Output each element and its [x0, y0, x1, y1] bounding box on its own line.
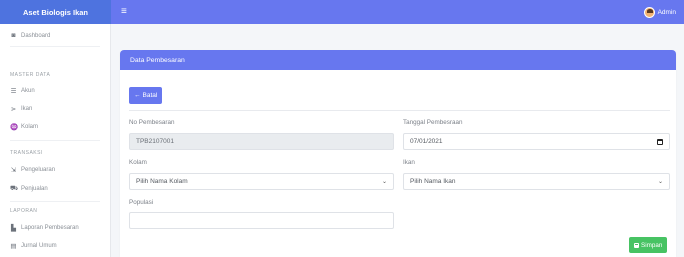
- sidebar-item-label: Dashboard: [21, 32, 51, 39]
- sidebar-divider: [10, 46, 100, 47]
- sidebar-divider: [10, 140, 100, 141]
- sidebar-heading-laporan: LAPORAN: [10, 208, 38, 214]
- save-button[interactable]: Simpan: [629, 237, 668, 253]
- tanggal-date-input[interactable]: 07/01/2021: [403, 133, 670, 150]
- sidebar: ◙ Dashboard MASTER DATA ☰ Akun ⋗ Ikan ♒ …: [0, 24, 111, 257]
- chart-icon: ▙: [11, 225, 16, 232]
- sidebar-item-dashboard[interactable]: ◙ Dashboard: [10, 32, 51, 39]
- card-header: Data Pembesaran: [120, 50, 676, 70]
- sidebar-item-label: Penjualan: [21, 185, 48, 192]
- sidebar-item-label: Pengeluaran: [21, 167, 56, 173]
- sidebar-item-pengeluaran[interactable]: ⇲ Pengeluaran: [10, 166, 55, 174]
- sidebar-item-jurnal-umum[interactable]: ▤ Jurnal Umum: [10, 242, 57, 250]
- fish-icon: ⋗: [10, 106, 17, 113]
- calendar-icon[interactable]: [657, 138, 663, 145]
- form-divider: [129, 110, 670, 111]
- ikan-selected: Pilih Nama Ikan: [410, 178, 456, 185]
- pool-icon: ♒: [10, 124, 19, 131]
- cart-icon: ⛟: [10, 185, 19, 192]
- sidebar-item-label: Laporan Pembesaran: [21, 225, 79, 231]
- kolam-label: Kolam: [129, 159, 147, 166]
- app-brand-text: Aset Biologis Ikan: [22, 7, 88, 17]
- sidebar-item-label: Akun: [21, 88, 35, 94]
- tanggal-value: 07/01/2021: [410, 138, 443, 145]
- kolam-select[interactable]: Pilih Nama Kolam ⌄: [129, 173, 394, 190]
- chevron-down-icon: ⌄: [657, 179, 663, 185]
- back-button[interactable]: ← Batal: [129, 87, 163, 104]
- sidebar-item-laporan-pembesaran[interactable]: ▙ Laporan Pembesaran: [10, 224, 79, 232]
- avatar: [643, 6, 655, 18]
- tanggal-label: Tanggal Pembesraan: [403, 119, 463, 126]
- kolam-selected: Pilih Nama Kolam: [136, 178, 188, 185]
- sidebar-heading-transaksi: TRANSAKSI: [10, 150, 43, 156]
- user-menu[interactable]: Admin: [643, 6, 676, 18]
- card-title: Data Pembesaran: [130, 56, 185, 64]
- chevron-down-icon: ⌄: [381, 179, 387, 185]
- app-brand[interactable]: Aset Biologis Ikan: [0, 0, 111, 24]
- ikan-label: Ikan: [403, 159, 415, 166]
- sidebar-item-akun[interactable]: ☰ Akun: [10, 87, 35, 95]
- back-button-label: Batal: [142, 92, 158, 99]
- save-button-label: Simpan: [641, 241, 663, 249]
- no-pembesaran-value: TPB2107001: [136, 138, 174, 145]
- list-icon: ☰: [10, 88, 17, 95]
- sidebar-item-label: Ikan: [21, 106, 33, 112]
- sidebar-item-label: Jurnal Umum: [21, 243, 57, 249]
- arrow-left-icon: ←: [134, 92, 141, 99]
- cart-out-icon: ⇲: [10, 167, 17, 174]
- sidebar-item-label: Kolam: [21, 124, 39, 130]
- dashboard-icon: ◙: [11, 32, 16, 39]
- save-icon: [634, 242, 639, 248]
- hamburger-icon[interactable]: ≡: [121, 7, 127, 17]
- topbar: ≡ Admin: [111, 0, 684, 24]
- data-pembesaran-card: Data Pembesaran ← Batal No Pembesaran TP…: [120, 50, 676, 257]
- no-pembesaran-field: TPB2107001: [129, 133, 394, 150]
- sidebar-heading-master-data: MASTER DATA: [10, 72, 51, 78]
- sidebar-item-ikan[interactable]: ⋗ Ikan: [10, 105, 33, 113]
- populasi-input[interactable]: [129, 212, 394, 229]
- populasi-label: Populasi: [129, 199, 154, 206]
- sidebar-item-kolam[interactable]: ♒ Kolam: [10, 123, 38, 131]
- sidebar-divider: [10, 201, 100, 202]
- sidebar-item-penjualan[interactable]: ⛟ Penjualan: [10, 184, 48, 193]
- book-icon: ▤: [10, 243, 17, 250]
- user-name: Admin: [657, 8, 676, 16]
- no-pembesaran-label: No Pembesaran: [129, 119, 175, 126]
- ikan-select[interactable]: Pilih Nama Ikan ⌄: [403, 173, 670, 190]
